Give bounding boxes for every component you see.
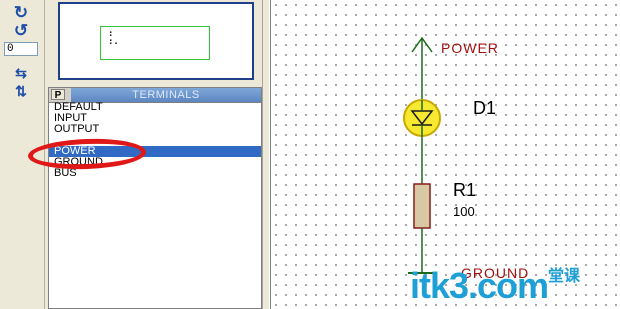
power-terminal-label: POWER xyxy=(441,40,499,56)
terminal-selector: P TERMINALS DEFAULT INPUT OUTPUT POWER G… xyxy=(48,87,262,309)
resistor-r1-value: 100 xyxy=(453,204,475,219)
terminal-list[interactable]: DEFAULT INPUT OUTPUT POWER GROUND BUS xyxy=(49,102,261,179)
rotation-angle-field[interactable] xyxy=(4,42,38,56)
watermark-logo: itk3.com xyxy=(410,265,549,306)
terminal-item-output[interactable]: OUTPUT xyxy=(49,124,261,135)
watermark-logo-sub: 堂课 xyxy=(548,268,581,285)
tool-strip: ↻ ↺ ⇆ ⇅ xyxy=(0,0,45,309)
led-d1-label: D1 xyxy=(473,98,497,118)
mirror-horizontal-icon[interactable]: ⇆ xyxy=(8,64,34,82)
terminal-item-ground[interactable]: GROUND xyxy=(49,157,261,168)
resistor-r1-body xyxy=(413,183,431,229)
overview-preview-glyph: ::. xyxy=(108,29,119,47)
overview-window[interactable]: ::. xyxy=(58,2,254,80)
resistor-r1-label: R1 xyxy=(453,180,477,200)
pick-devices-button[interactable]: P xyxy=(51,89,65,101)
rotate-clockwise-icon[interactable]: ↻ xyxy=(8,3,34,22)
panel-divider[interactable] xyxy=(262,0,270,309)
rotate-counterclockwise-icon[interactable]: ↺ xyxy=(8,21,34,40)
selector-title: TERMINALS xyxy=(71,88,261,102)
mirror-vertical-icon[interactable]: ⇅ xyxy=(8,82,34,100)
terminal-item-bus[interactable]: BUS xyxy=(49,168,261,179)
